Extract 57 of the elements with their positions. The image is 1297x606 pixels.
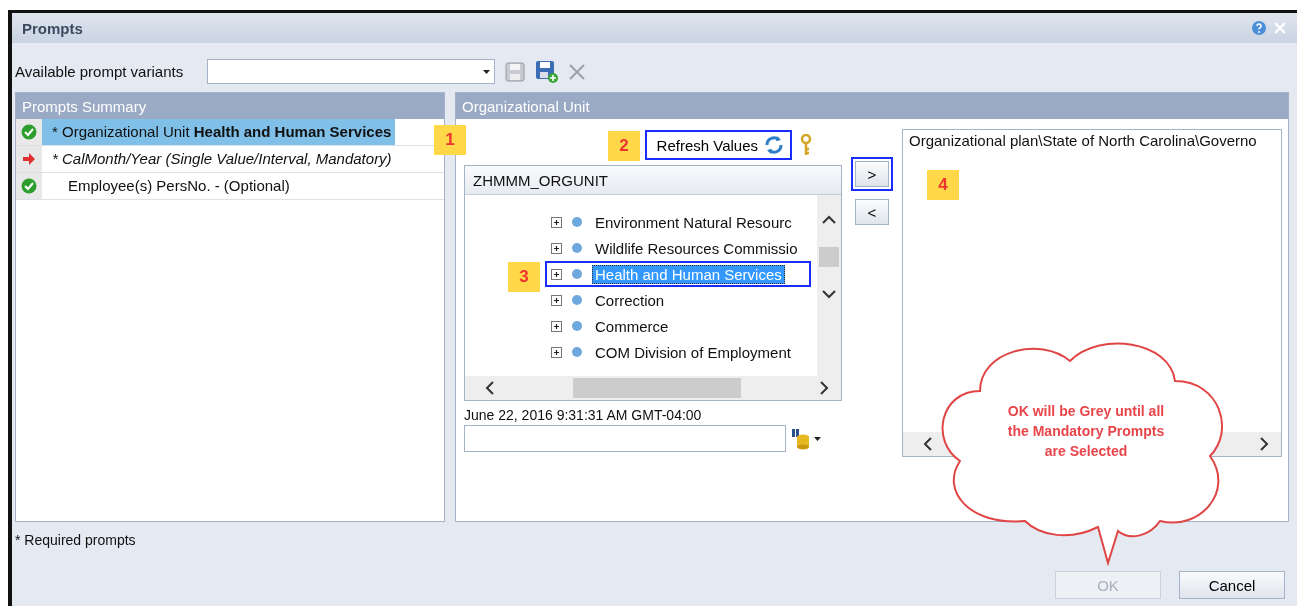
node-dot-icon bbox=[572, 347, 582, 357]
tree-item[interactable]: Commerce bbox=[592, 316, 672, 336]
remove-button[interactable]: < bbox=[855, 199, 889, 225]
scrollbar-thumb[interactable] bbox=[573, 378, 741, 398]
expand-icon[interactable] bbox=[551, 346, 562, 358]
footnote: * Required prompts bbox=[15, 532, 136, 548]
callout-text: OK will be Grey until all the Mandatory Prompts are Selected bbox=[1006, 402, 1166, 461]
expand-icon[interactable] bbox=[551, 294, 562, 306]
dropdown-caret-icon[interactable] bbox=[814, 436, 821, 441]
cancel-button[interactable]: Cancel bbox=[1179, 571, 1285, 599]
panel-header: Organizational Unit bbox=[456, 93, 1288, 119]
node-dot-icon bbox=[572, 269, 582, 279]
step-marker: 1 bbox=[434, 125, 466, 155]
tree-item[interactable]: Environment Natural Resourc bbox=[592, 212, 795, 232]
timestamp: June 22, 2016 9:31:31 AM GMT-04:00 bbox=[464, 407, 703, 423]
save-as-icon[interactable] bbox=[535, 60, 559, 83]
list-item[interactable]: Organizational plan\State of North Carolina\Governo bbox=[909, 132, 1275, 149]
scroll-left-icon[interactable] bbox=[923, 437, 933, 451]
panel-header: Prompts Summary bbox=[16, 93, 444, 119]
arrow-icon bbox=[23, 153, 35, 165]
scroll-left-icon[interactable] bbox=[485, 381, 495, 395]
database-search-icon[interactable] bbox=[790, 427, 810, 450]
field-label: Available prompt variants bbox=[15, 63, 184, 80]
node-dot-icon bbox=[572, 321, 582, 331]
column-header: ZHMMM_ORGUNIT bbox=[465, 166, 841, 195]
prompt-item[interactable]: * CalMonth/Year (Single Value/Interval, Mandatory) bbox=[42, 146, 396, 172]
refresh-icon bbox=[764, 135, 784, 155]
node-dot-icon bbox=[572, 217, 582, 227]
node-dot-icon bbox=[572, 295, 582, 305]
tree-item[interactable]: Wildlife Resources Commissio bbox=[592, 238, 801, 258]
step-marker: 4 bbox=[927, 170, 959, 200]
expand-icon[interactable] bbox=[551, 320, 562, 332]
tree-item[interactable]: Correction bbox=[592, 290, 668, 310]
check-icon bbox=[21, 124, 37, 140]
dropdown-caret-icon bbox=[483, 69, 491, 74]
add-button[interactable]: > bbox=[855, 161, 889, 187]
horizontal-scrollbar[interactable] bbox=[465, 376, 841, 400]
window-title: Prompts bbox=[22, 19, 83, 37]
tree-item[interactable]: COM Division of Employment bbox=[592, 342, 794, 362]
check-icon bbox=[21, 178, 37, 194]
refresh-button[interactable]: Refresh Values bbox=[644, 130, 792, 160]
search-field[interactable] bbox=[464, 425, 786, 452]
expand-icon[interactable] bbox=[551, 242, 562, 254]
expand-icon[interactable] bbox=[551, 216, 562, 228]
vertical-scrollbar[interactable] bbox=[817, 195, 841, 376]
step-marker: 3 bbox=[508, 262, 540, 292]
help-icon[interactable] bbox=[1251, 20, 1267, 36]
scroll-down-icon[interactable] bbox=[822, 289, 836, 299]
prompt-item[interactable]: Employee(s) PersNo. - (Optional) bbox=[42, 173, 294, 199]
scrollbar-thumb[interactable] bbox=[819, 247, 839, 267]
node-dot-icon bbox=[572, 243, 582, 253]
scroll-up-icon[interactable] bbox=[822, 215, 836, 225]
prompt-item[interactable]: * Organizational Unit Health and Human Services bbox=[42, 119, 396, 145]
step-marker: 2 bbox=[608, 131, 640, 161]
scroll-right-icon[interactable] bbox=[1259, 437, 1269, 451]
scroll-right-icon[interactable] bbox=[819, 381, 829, 395]
expand-icon[interactable] bbox=[551, 268, 562, 280]
